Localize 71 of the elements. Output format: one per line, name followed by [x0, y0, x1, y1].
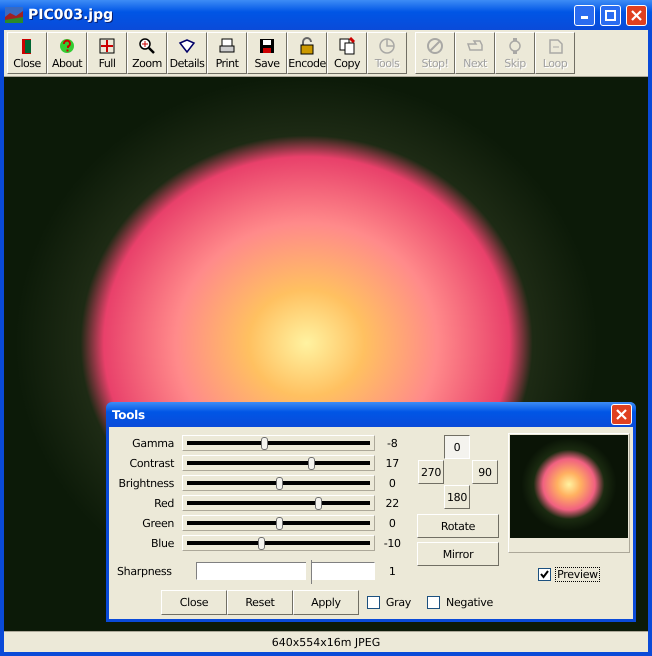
padlock-icon	[298, 37, 316, 55]
toolbar-button[interactable]: About	[47, 32, 87, 74]
checkbox-label[interactable]: Gray	[386, 596, 412, 609]
app-icon	[5, 7, 23, 23]
toolbar-button[interactable]: Print	[207, 32, 247, 74]
toolbar-button[interactable]: Details	[167, 32, 207, 74]
checkbox-label[interactable]: Preview	[555, 567, 600, 582]
question-mark-icon	[58, 37, 76, 55]
toolbar-button[interactable]: Zoom	[127, 32, 167, 74]
slider-label: Contrast	[128, 456, 176, 470]
rotation-button[interactable]: 0	[444, 435, 470, 459]
slider-thumb[interactable]	[308, 457, 315, 470]
maximize-button[interactable]	[600, 4, 621, 26]
checkbox[interactable]	[427, 596, 440, 609]
checkmark-icon	[540, 570, 550, 579]
slider-reading: -8	[386, 436, 398, 450]
dialog-button[interactable]: Apply	[292, 590, 359, 615]
slider-reading: 1	[388, 564, 397, 578]
toolbar-button[interactable]: Close	[7, 32, 47, 74]
slider-label: Sharpness	[116, 564, 173, 578]
window-title: PIC003.jpg	[28, 7, 114, 23]
toolbar-button[interactable]: Save	[247, 32, 287, 74]
slider-label: Blue	[150, 536, 176, 550]
slider-reading: 17	[384, 456, 400, 470]
rotation-button[interactable]: 90	[472, 460, 498, 484]
close-button[interactable]	[626, 4, 647, 26]
dialog-button[interactable]: Close	[161, 590, 227, 615]
slider-label: Green	[141, 516, 176, 530]
slider-label: Gamma	[131, 436, 176, 450]
status-bar: 640x554x16m JPEG	[4, 631, 648, 652]
close-button[interactable]	[611, 404, 632, 425]
close-icon	[631, 10, 642, 20]
slider-track[interactable]	[182, 535, 376, 551]
checkbox-label[interactable]: Negative	[446, 596, 493, 609]
slider-reading: -10	[382, 536, 402, 550]
slider-thumb[interactable]	[258, 537, 264, 550]
rotate-button[interactable]: Rotate	[417, 514, 499, 538]
maximize-icon	[605, 10, 616, 20]
save-icon	[258, 37, 276, 55]
copy-icon	[338, 37, 356, 55]
toolbar-button[interactable]: Encode	[287, 32, 327, 74]
toolbar-button[interactable]: Copy	[327, 32, 367, 74]
crosshair-icon	[98, 37, 116, 55]
checkbox[interactable]	[366, 596, 380, 609]
slider-track[interactable]	[182, 475, 376, 491]
slider-reading: 0	[388, 516, 397, 530]
slider-thumb[interactable]	[276, 477, 284, 490]
slider-thumb[interactable]	[261, 437, 268, 450]
pie-icon	[378, 37, 396, 55]
checkbox[interactable]	[538, 568, 552, 581]
slider-track[interactable]	[182, 435, 376, 451]
toolbar-button[interactable]: Full	[87, 32, 127, 74]
close-icon	[616, 409, 627, 420]
slider-thumb[interactable]	[315, 497, 322, 510]
dialog-button[interactable]: Reset	[226, 590, 293, 615]
minimize-button[interactable]	[574, 4, 595, 26]
stop-icon	[426, 37, 444, 55]
rotation-button[interactable]: 180	[444, 485, 470, 509]
slider-label: Brightness	[118, 476, 176, 490]
slider-reading: 22	[384, 496, 400, 510]
slider-track[interactable]	[182, 515, 376, 531]
slider-track[interactable]	[182, 455, 376, 471]
slider-label: Red	[153, 496, 176, 510]
rotation-button[interactable]: 270	[418, 460, 444, 484]
dialog-title: Tools	[112, 408, 146, 422]
slider-track[interactable]	[182, 495, 376, 511]
slider-thumb[interactable]	[276, 517, 284, 530]
mirror-button[interactable]: Mirror	[417, 542, 499, 566]
zoom-icon	[138, 37, 156, 55]
slider-reading: 0	[388, 476, 397, 490]
print-icon	[218, 37, 236, 55]
